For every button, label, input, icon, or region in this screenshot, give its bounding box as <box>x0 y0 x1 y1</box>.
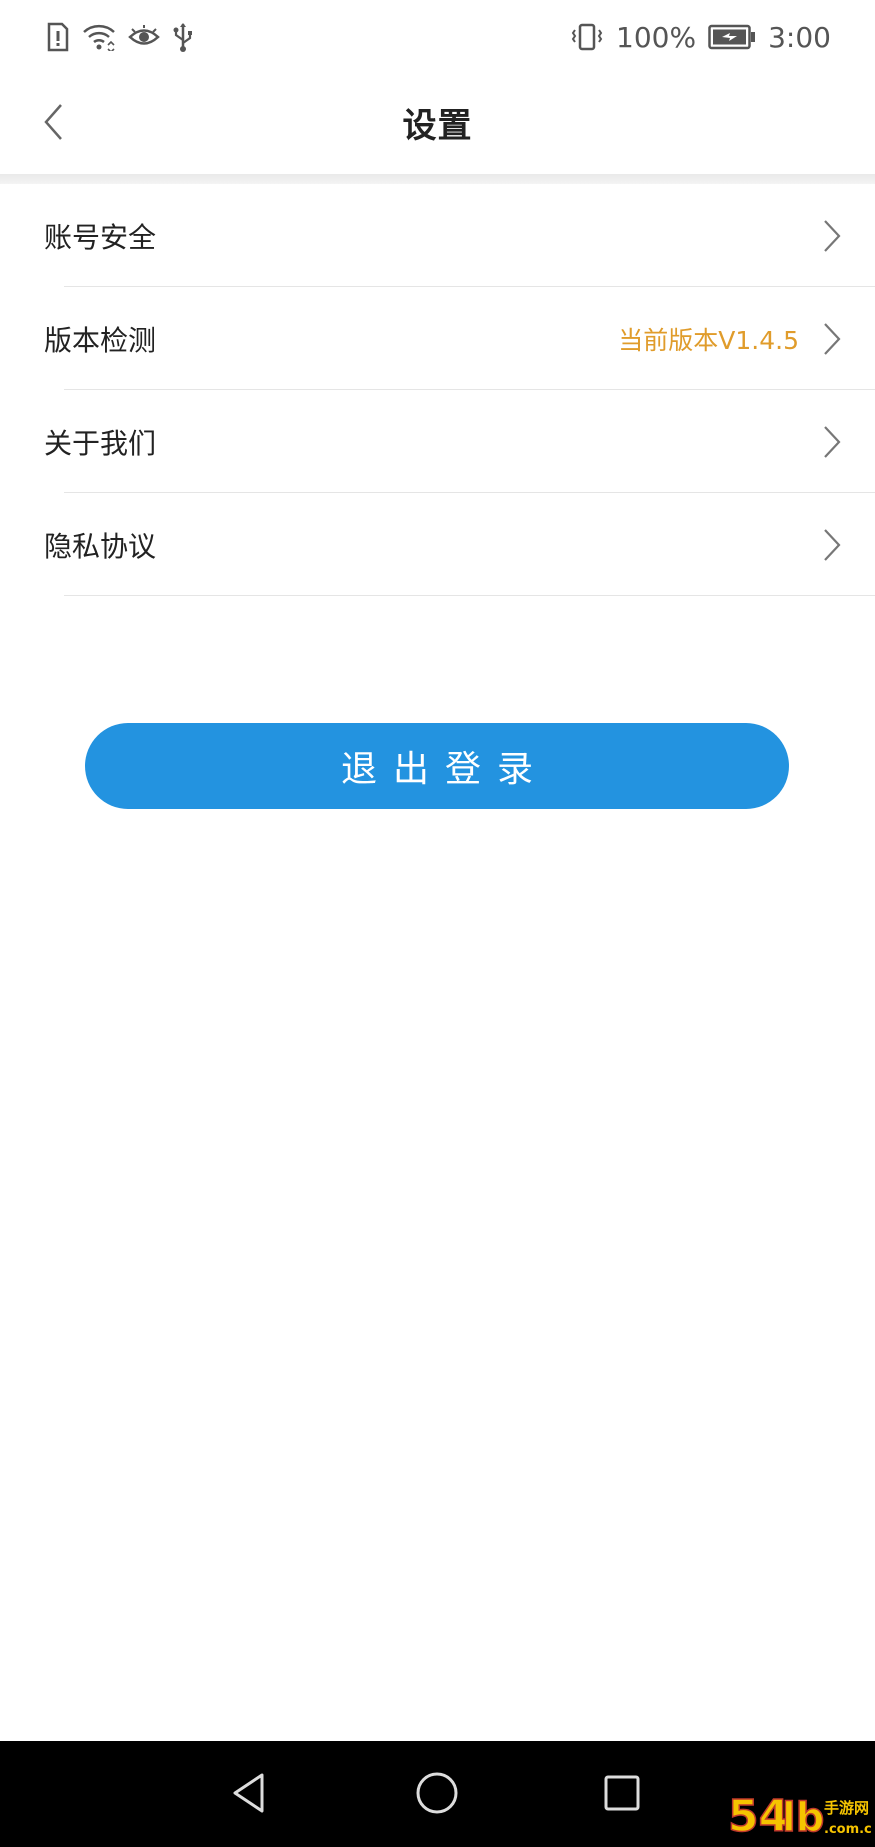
settings-list: 账号安全 版本检测 当前版本V1.4.5 关于我们 隐私协议 <box>0 184 875 596</box>
settings-item-privacy-policy[interactable]: 隐私协议 <box>0 493 875 596</box>
header-divider <box>0 174 875 184</box>
logout-button[interactable]: 退出登录 <box>85 723 789 809</box>
status-left-icons <box>46 22 194 52</box>
vibrate-icon <box>570 22 604 52</box>
svg-text:手游网: 手游网 <box>824 1799 869 1817</box>
settings-item-account-security[interactable]: 账号安全 <box>0 184 875 287</box>
svg-text:54: 54 <box>728 1791 789 1842</box>
back-triangle-icon <box>229 1771 269 1819</box>
chevron-right-icon <box>821 424 843 460</box>
sim-alert-icon <box>46 22 70 52</box>
home-circle-icon <box>415 1771 459 1819</box>
clock: 3:00 <box>768 20 831 54</box>
settings-item-about-us[interactable]: 关于我们 <box>0 390 875 493</box>
chevron-right-icon <box>821 218 843 254</box>
current-version-value: 当前版本V1.4.5 <box>618 325 799 355</box>
settings-item-label: 版本检测 <box>44 323 157 357</box>
settings-item-label: 账号安全 <box>44 220 157 254</box>
chevron-right-icon <box>821 321 843 357</box>
watermark-logo: 54 lb 手游网 .com.cn <box>726 1783 875 1843</box>
wifi-icon <box>82 23 116 51</box>
nav-back-button[interactable] <box>221 1767 277 1823</box>
eye-icon <box>128 24 160 50</box>
status-bar: 100% 3:00 <box>0 0 875 74</box>
settings-item-label: 隐私协议 <box>44 529 157 563</box>
settings-item-label: 关于我们 <box>44 426 157 460</box>
battery-charging-icon <box>708 24 756 50</box>
nav-home-button[interactable] <box>409 1767 465 1823</box>
settings-item-version-check[interactable]: 版本检测 当前版本V1.4.5 <box>0 287 875 390</box>
status-right-icons: 100% 3:00 <box>570 21 831 54</box>
nav-recents-button[interactable] <box>594 1767 650 1823</box>
page-title: 设置 <box>402 106 473 146</box>
app-header: 设置 <box>0 74 875 174</box>
battery-percent: 100% <box>616 20 697 54</box>
svg-text:lb: lb <box>782 1795 824 1841</box>
chevron-right-icon <box>821 527 843 563</box>
recents-square-icon <box>602 1773 642 1817</box>
svg-text:.com.cn: .com.cn <box>824 1822 871 1837</box>
usb-icon <box>172 22 194 52</box>
